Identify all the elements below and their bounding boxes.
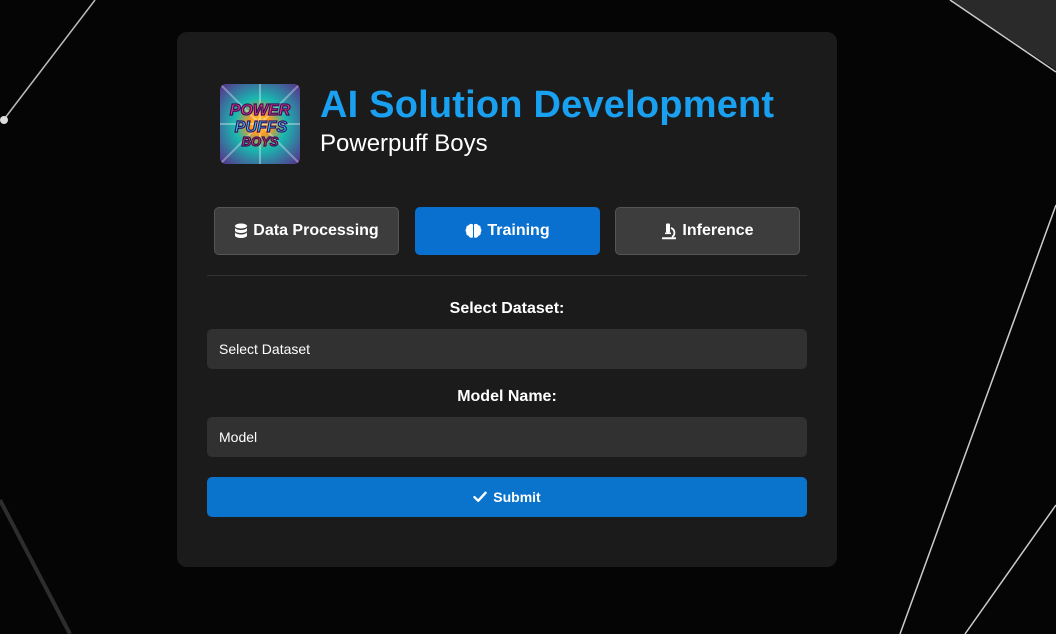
- database-icon: [234, 223, 248, 239]
- tab-label: Data Processing: [253, 222, 379, 239]
- mode-tabs: Data Processing Training Inference: [214, 207, 800, 255]
- model-name-label: Model Name:: [457, 388, 557, 405]
- main-card: POWER PUFFS BOYS AI Solution Development…: [177, 32, 837, 567]
- dataset-selected-value: Select Dataset: [219, 341, 311, 357]
- brain-icon: [465, 223, 482, 239]
- model-name-placeholder: Model: [219, 429, 258, 445]
- tab-data-processing[interactable]: Data Processing: [214, 207, 399, 255]
- submit-button[interactable]: Submit: [207, 477, 807, 517]
- tab-inference[interactable]: Inference: [615, 207, 800, 255]
- svg-text:POWER: POWER: [230, 102, 291, 119]
- check-icon: [473, 491, 487, 503]
- tab-training[interactable]: Training: [415, 207, 600, 255]
- tab-label: Inference: [682, 222, 754, 239]
- header: POWER PUFFS BOYS AI Solution Development…: [220, 84, 774, 164]
- model-name-input[interactable]: Model: [207, 417, 807, 457]
- dataset-label: Select Dataset:: [449, 300, 565, 317]
- microscope-icon: [661, 223, 677, 240]
- svg-text:BOYS: BOYS: [242, 134, 279, 149]
- page-subtitle: Powerpuff Boys: [320, 130, 488, 157]
- divider: [207, 275, 807, 276]
- tab-label: Training: [487, 222, 550, 239]
- page-title: AI Solution Development: [320, 84, 775, 126]
- team-logo: POWER PUFFS BOYS: [220, 84, 300, 164]
- submit-label: Submit: [493, 489, 541, 505]
- dataset-select[interactable]: Select Dataset: [207, 329, 807, 369]
